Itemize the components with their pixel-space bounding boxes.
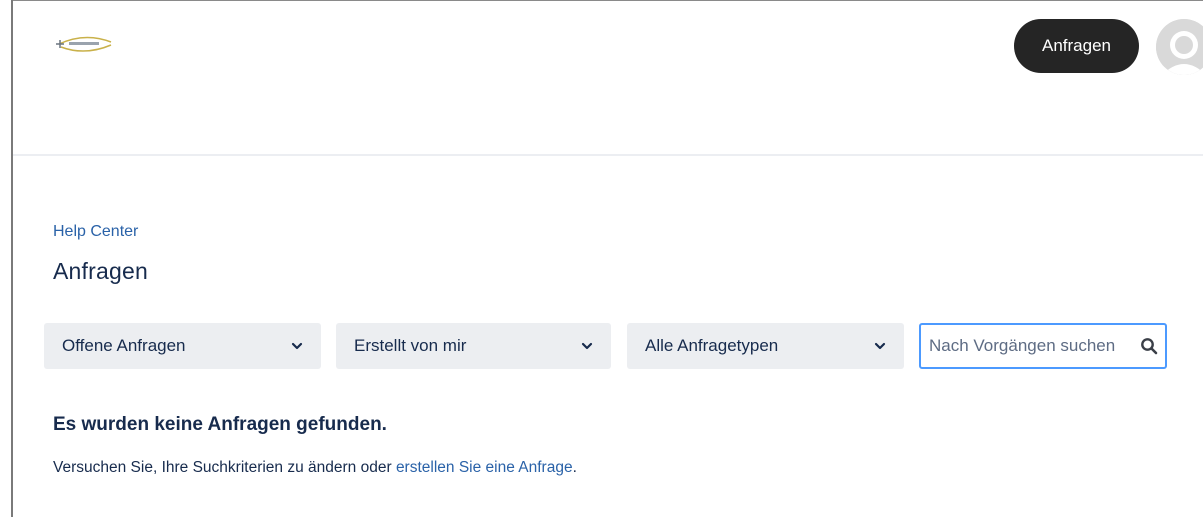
empty-state-text-before: Versuchen Sie, Ihre Suchkriterien zu änd… <box>53 459 396 476</box>
chevron-down-icon <box>581 340 593 352</box>
creator-filter-value: Erstellt von mir <box>354 336 467 355</box>
creator-filter-dropdown[interactable]: Erstellt von mir <box>336 323 611 369</box>
request-type-filter-value: Alle Anfragetypen <box>645 336 779 355</box>
empty-state-text-after: . <box>572 459 577 476</box>
empty-state-text: Versuchen Sie, Ihre Suchkriterien zu änd… <box>53 459 577 477</box>
status-filter-dropdown[interactable]: Offene Anfragen <box>44 323 321 369</box>
status-filter-value: Offene Anfragen <box>62 336 186 355</box>
chevron-down-icon <box>874 340 886 352</box>
top-header: Anfragen <box>13 1 1203 156</box>
request-type-filter-dropdown[interactable]: Alle Anfragetypen <box>627 323 904 369</box>
breadcrumb-help-center[interactable]: Help Center <box>53 223 138 241</box>
user-avatar-icon[interactable] <box>1156 19 1203 75</box>
empty-state-heading: Es wurden keine Anfragen gefunden. <box>53 414 387 435</box>
search-input[interactable] <box>929 336 1139 356</box>
chevron-down-icon <box>291 340 303 352</box>
create-request-link[interactable]: erstellen Sie eine Anfrage <box>396 459 573 476</box>
search-box[interactable] <box>919 323 1167 369</box>
page-title: Anfragen <box>53 258 148 284</box>
search-icon[interactable] <box>1139 336 1159 356</box>
requests-nav-button[interactable]: Anfragen <box>1014 19 1139 73</box>
company-logo[interactable] <box>55 34 115 54</box>
